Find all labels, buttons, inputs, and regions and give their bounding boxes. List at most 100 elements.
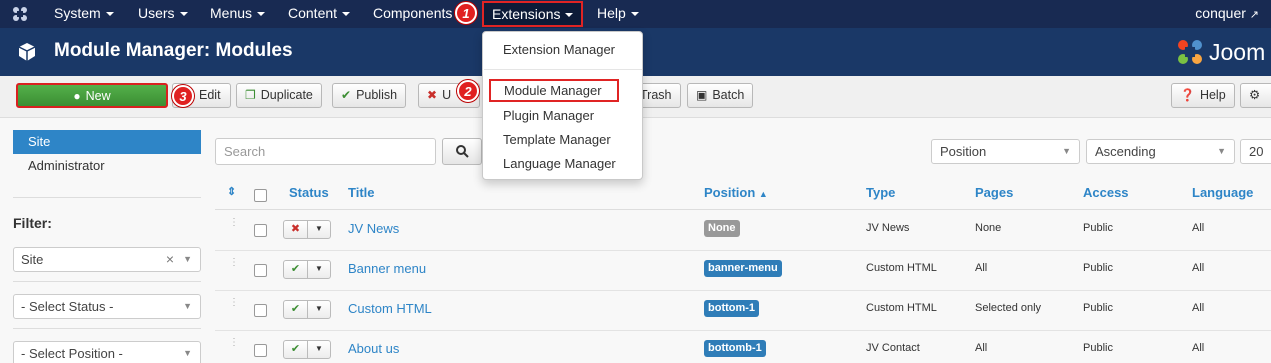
position-badge: None <box>704 220 740 237</box>
published-icon[interactable]: ✔ <box>284 261 308 278</box>
chevron-down-icon[interactable]: ▼ <box>308 341 330 358</box>
status-select[interactable]: - Select Status - ▼ <box>13 294 201 319</box>
pages-cell: All <box>975 262 988 274</box>
table-row: ⋮ ✔ ▼ About us bottomb-1 JV Contact All P… <box>215 331 1271 363</box>
sidebar-divider <box>13 281 201 282</box>
access-cell: Public <box>1083 222 1113 234</box>
row-checkbox[interactable] <box>254 344 267 357</box>
menu-system[interactable]: System <box>54 0 114 28</box>
language-cell: All <box>1192 342 1205 354</box>
drag-handle-icon[interactable]: ⋮ <box>229 258 239 268</box>
joomla-brand-icon <box>1178 40 1202 64</box>
help-button-label: Help <box>1199 88 1226 102</box>
menu-item-module-manager[interactable]: Module Manager <box>489 79 619 102</box>
search-input[interactable]: Search <box>215 138 436 165</box>
chevron-down-icon[interactable]: ▼ <box>308 301 330 318</box>
sidebar-divider <box>13 197 201 198</box>
chevron-down-icon[interactable]: ▼ <box>308 221 330 238</box>
new-button[interactable]: ● New <box>16 83 168 108</box>
column-status[interactable]: Status <box>289 185 329 200</box>
access-cell: Public <box>1083 302 1113 314</box>
column-title[interactable]: Title <box>348 185 375 200</box>
row-checkbox[interactable] <box>254 304 267 317</box>
chevron-down-icon[interactable]: ▼ <box>308 261 330 278</box>
sidebar-item-administrator[interactable]: Administrator <box>13 154 201 178</box>
type-cell: Custom HTML <box>866 262 937 274</box>
menu-components[interactable]: Components <box>373 0 452 28</box>
client-select[interactable]: Site × ▼ <box>13 247 201 272</box>
joomla-logo-icon[interactable] <box>11 5 29 23</box>
sort-asc-icon: ▲ <box>758 189 768 199</box>
menu-divider <box>484 69 642 70</box>
menu-item-extension-manager[interactable]: Extension Manager <box>503 42 615 57</box>
menu-menus-label: Menus <box>210 5 253 21</box>
row-checkbox[interactable] <box>254 224 267 237</box>
module-title-link[interactable]: Banner menu <box>348 261 426 276</box>
menu-item-plugin-manager[interactable]: Plugin Manager <box>503 108 594 123</box>
unpublish-icon: ✖ <box>427 88 438 102</box>
dropdown-arrow-icon: ▼ <box>1217 146 1226 156</box>
column-access[interactable]: Access <box>1083 185 1129 200</box>
caret-down-icon <box>630 12 639 17</box>
gear-icon: ⚙ <box>1249 88 1261 102</box>
row-checkbox[interactable] <box>254 264 267 277</box>
position-badge: bottomb-1 <box>704 340 766 357</box>
table-header: ⇕ Status Title Position ▲ Type Pages Acc… <box>215 176 1271 210</box>
unpublish-button-label: U <box>442 88 452 102</box>
module-title-link[interactable]: About us <box>348 341 399 356</box>
user-menu[interactable]: conquer ↗ <box>1195 0 1259 29</box>
caret-down-icon <box>179 12 188 17</box>
options-button[interactable]: ⚙ <box>1240 83 1271 108</box>
limit-select[interactable]: 20 <box>1240 139 1271 164</box>
menu-item-language-manager[interactable]: Language Manager <box>503 156 616 171</box>
status-toggle[interactable]: ✔ ▼ <box>283 260 331 279</box>
unpublished-icon[interactable]: ✖ <box>284 221 308 238</box>
check-all-checkbox[interactable] <box>254 189 267 202</box>
column-type[interactable]: Type <box>866 185 895 200</box>
drag-handle-icon[interactable]: ⋮ <box>229 338 239 348</box>
column-pages[interactable]: Pages <box>975 185 1013 200</box>
column-language[interactable]: Language <box>1192 185 1253 200</box>
type-cell: Custom HTML <box>866 302 937 314</box>
search-button[interactable] <box>442 138 482 165</box>
pages-cell: None <box>975 222 1002 234</box>
menu-extensions[interactable]: Extensions <box>482 1 584 27</box>
menu-menus[interactable]: Menus <box>210 0 266 28</box>
batch-button-label: Batch <box>712 88 745 102</box>
direction-select-value: Ascending <box>1095 144 1156 159</box>
batch-button[interactable]: ▣ Batch <box>687 83 754 108</box>
drag-handle-icon[interactable]: ⋮ <box>229 218 239 228</box>
column-position[interactable]: Position ▲ <box>704 185 768 200</box>
position-select[interactable]: - Select Position - ▼ <box>13 341 201 363</box>
cube-icon <box>18 43 36 61</box>
menu-item-template-manager[interactable]: Template Manager <box>503 132 611 147</box>
help-button[interactable]: ❓ Help <box>1171 83 1235 108</box>
caret-down-icon <box>342 12 351 17</box>
clear-icon[interactable]: × <box>166 248 174 271</box>
status-toggle[interactable]: ✔ ▼ <box>283 300 331 319</box>
publish-button[interactable]: ✔ Publish <box>332 83 407 108</box>
ordering-select[interactable]: Position ▼ <box>931 139 1080 164</box>
published-icon[interactable]: ✔ <box>284 301 308 318</box>
sort-order-icon[interactable]: ⇕ <box>227 185 236 198</box>
drag-handle-icon[interactable]: ⋮ <box>229 298 239 308</box>
menu-users[interactable]: Users <box>138 0 188 28</box>
status-toggle[interactable]: ✔ ▼ <box>283 340 331 359</box>
menu-content[interactable]: Content <box>288 0 351 28</box>
column-position-label: Position <box>704 185 756 200</box>
sidebar-item-site[interactable]: Site <box>13 130 201 154</box>
module-title-link[interactable]: Custom HTML <box>348 301 432 316</box>
client-select-value: Site <box>21 252 44 267</box>
table-row: ⋮ ✔ ▼ Custom HTML bottom-1 Custom HTML Se… <box>215 291 1271 331</box>
sidebar-divider <box>13 328 201 329</box>
duplicate-button[interactable]: ❐ Duplicate <box>236 83 322 108</box>
published-icon[interactable]: ✔ <box>284 341 308 358</box>
status-toggle[interactable]: ✖ ▼ <box>283 220 331 239</box>
module-title-link[interactable]: JV News <box>348 221 399 236</box>
menu-help[interactable]: Help <box>597 0 639 28</box>
menu-users-label: Users <box>138 5 175 21</box>
pages-cell: All <box>975 342 988 354</box>
plus-circle-icon: ● <box>73 89 81 103</box>
direction-select[interactable]: Ascending ▼ <box>1086 139 1235 164</box>
pages-cell: Selected only <box>975 302 1042 314</box>
